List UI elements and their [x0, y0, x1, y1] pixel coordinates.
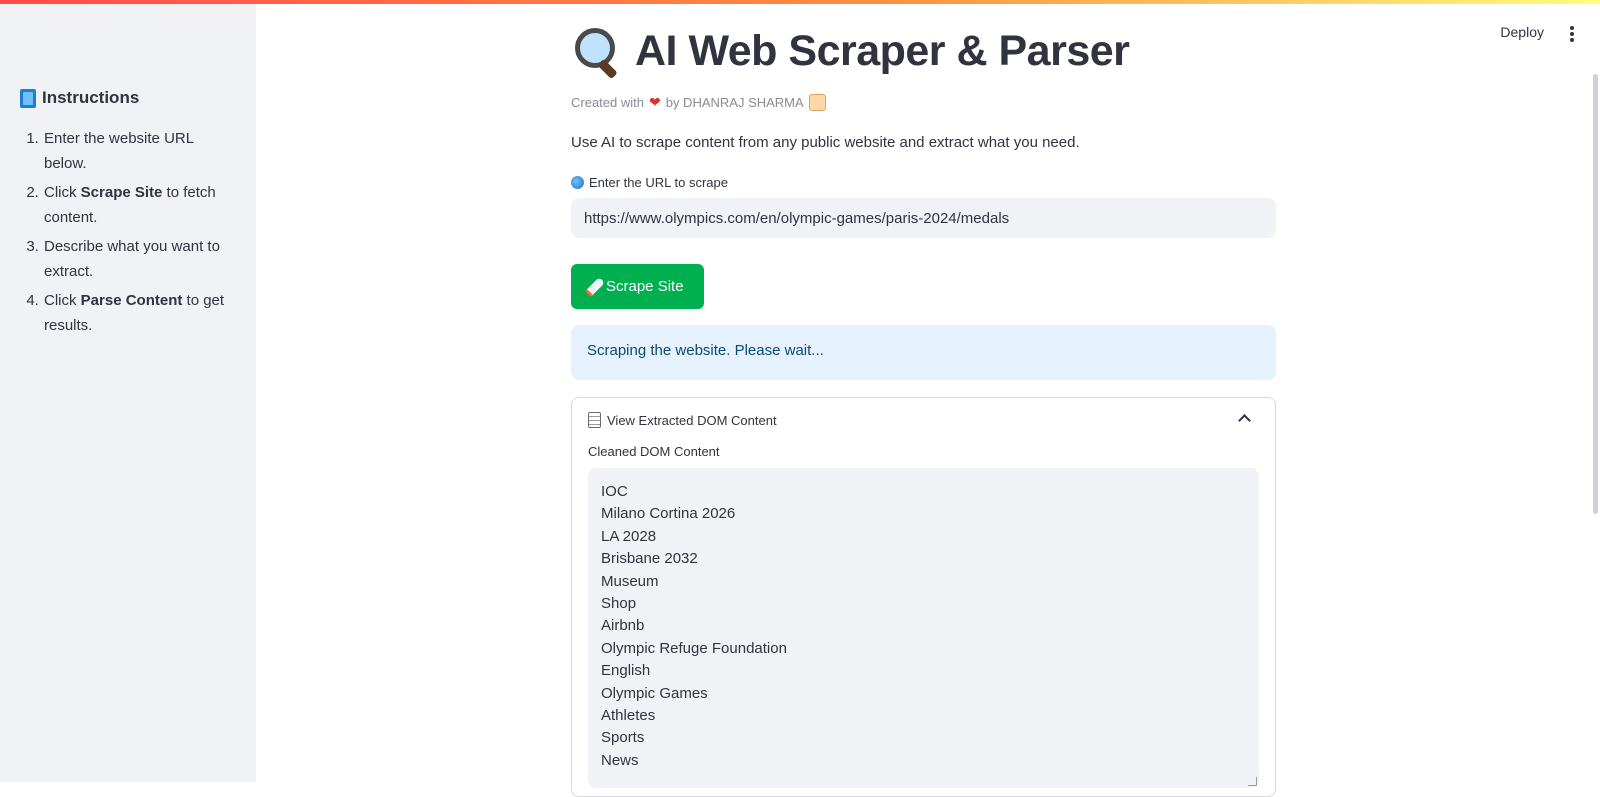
instructions-list: Enter the website URL below. Click Scrap… — [20, 126, 236, 338]
dom-line: Milano Cortina 2026 — [601, 505, 736, 523]
url-field-label: Enter the URL to scrape — [571, 175, 1276, 190]
rocket-icon — [585, 276, 605, 297]
status-message: Scraping the website. Please wait... — [571, 325, 1276, 380]
dom-line: News — [601, 751, 639, 769]
dom-line: IOC — [601, 483, 628, 500]
dom-content-expander: View Extracted DOM Content Cleaned DOM C… — [571, 397, 1276, 797]
dom-line: LA 2028 — [601, 527, 657, 545]
main-menu-icon[interactable] — [1570, 26, 1574, 42]
dom-content-textarea[interactable]: IOC Milano Cortina 2026 LA 2028 Brisbane 20… — [588, 468, 1259, 788]
dom-line: Olympic Games — [601, 684, 708, 702]
instruction-step-3: Describe what you want to extract. — [43, 234, 236, 284]
globe-icon — [571, 176, 584, 189]
chevron-up-icon[interactable] — [1238, 414, 1251, 427]
page-title-text: AI Web Scraper & Parser — [635, 26, 1130, 75]
textarea-label: Cleaned DOM Content — [588, 444, 720, 459]
scroll-icon — [588, 412, 601, 428]
magnifier-icon — [571, 26, 623, 80]
book-icon — [20, 88, 36, 108]
main-content: AI Web Scraper & Parser Created with ❤ b… — [571, 0, 1276, 797]
dom-line: Athletes — [601, 707, 656, 725]
header-actions: Deploy — [1300, 0, 1600, 66]
instruction-step-4: Click Parse Content to get results. — [43, 288, 236, 338]
sidebar: Instructions Enter the website URL below… — [0, 0, 256, 782]
dom-line: Museum — [601, 572, 659, 590]
sidebar-heading-text: Instructions — [42, 88, 140, 107]
heart-icon: ❤ — [648, 94, 661, 110]
header-decoration-bar — [0, 0, 1600, 4]
deploy-button[interactable]: Deploy — [1500, 24, 1544, 40]
sidebar-heading: Instructions — [20, 88, 236, 108]
credits-line: Created with ❤ by DHANRAJ SHARMA — [571, 94, 1276, 111]
expander-header[interactable]: View Extracted DOM Content — [588, 398, 1259, 442]
instruction-step-2: Click Scrape Site to fetch content. — [43, 180, 236, 230]
dom-line: Airbnb — [601, 617, 645, 635]
credits-prefix: Created with — [571, 95, 644, 110]
scrape-site-button[interactable]: Scrape Site — [571, 264, 704, 309]
person-emoji-icon — [808, 94, 826, 111]
dom-line: Sports — [601, 729, 645, 747]
page-scrollbar[interactable] — [1593, 74, 1598, 514]
dom-line: Olympic Refuge Foundation — [601, 639, 787, 657]
page-description: Use AI to scrape content from any public… — [571, 134, 1080, 151]
dom-line: English — [601, 662, 651, 680]
instruction-step-1: Enter the website URL below. — [43, 126, 236, 176]
dom-lines: IOC Milano Cortina 2026 LA 2028 Brisbane 20… — [601, 481, 1246, 772]
url-input[interactable] — [571, 198, 1276, 238]
credits-author: by DHANRAJ SHARMA — [665, 95, 804, 110]
page-title: AI Web Scraper & Parser — [571, 26, 1276, 80]
dom-line: Brisbane 2032 — [601, 550, 698, 568]
dom-line: Shop — [601, 595, 637, 613]
